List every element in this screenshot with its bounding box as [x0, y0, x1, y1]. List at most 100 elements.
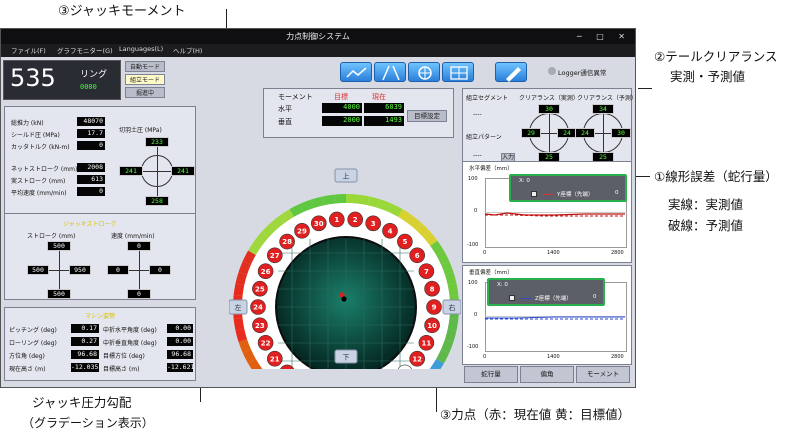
popup-series-swatch	[543, 194, 553, 195]
attitude-label: ピッチング (deg)	[9, 327, 57, 334]
x-tick: 1400	[547, 250, 560, 256]
road-icon[interactable]	[374, 62, 406, 82]
chart-icon[interactable]	[340, 62, 372, 82]
window-controls[interactable]: ─ □ ✕	[577, 29, 631, 44]
attitude-value: -12.621	[167, 363, 195, 372]
jack-label: 7	[424, 268, 429, 276]
stroke-top: 500	[47, 241, 71, 251]
stroke-label: ストローク (mm)	[27, 233, 76, 240]
annotation-dashed-line: 破線：予測値	[668, 218, 744, 233]
moment-current-value: 6039	[364, 103, 404, 113]
attitude-value: 96.68	[71, 350, 99, 359]
annotation-tail-clearance-sub: 実測・予測値	[670, 69, 746, 84]
machine-value: 0	[77, 141, 105, 150]
jack-label: 29	[297, 227, 307, 235]
attitude-label: ローリング (deg)	[9, 340, 57, 347]
jack-label: 26	[261, 268, 271, 276]
annotation-line-error: ①線形誤差（蛇行量）	[654, 169, 778, 184]
machine-panel: 総推力 (kN) 48070 シールド圧 (MPa) 17.7 カッタトルク (…	[4, 106, 196, 229]
machine-value: 17.7	[77, 129, 105, 138]
popup-series: Y座標（先端）	[557, 192, 594, 198]
jack-label: 4	[388, 227, 393, 235]
attitude-label: 方位角 (deg)	[9, 353, 45, 360]
pen-icon[interactable]	[495, 62, 527, 82]
ring-label: リング	[80, 70, 108, 80]
menu-graph-monitor[interactable]: グラフモニター(G)	[57, 45, 113, 55]
annotation-jack-gradient: ジャッキ圧力勾配	[32, 395, 132, 410]
jack-label: 1	[334, 216, 339, 224]
menu-languages[interactable]: Languages(L)	[119, 45, 163, 53]
popup-x: X: 0	[519, 178, 530, 184]
segment-label: 組立セグメント	[466, 95, 509, 102]
jack-label: 30	[314, 220, 324, 228]
y-tick: 0	[474, 208, 478, 214]
leader-line	[638, 88, 652, 89]
moment-col-target: 目標	[334, 93, 348, 101]
chart-popup[interactable]: X: 0 Y座標（先端） 0	[509, 174, 627, 202]
attitude-value: -12.035	[71, 363, 99, 372]
vertical-deviation-chart: 垂直偏差（mm） 100 0 -100 0 1400 2800 X: 0 Z座標…	[462, 265, 632, 365]
popup-checkbox[interactable]	[531, 191, 537, 197]
pattern-value: ----	[473, 152, 482, 159]
machine-value: 48070	[77, 117, 105, 126]
grid-icon[interactable]	[442, 62, 474, 82]
machine-value: 613	[77, 175, 105, 184]
jack-label: 27	[270, 252, 280, 260]
x-tick: 0	[483, 354, 487, 360]
moment-row-label: 垂直	[278, 118, 292, 126]
popup-checkbox[interactable]	[509, 295, 515, 301]
machine-label: カッタトルク (kN-m)	[11, 144, 70, 151]
leader-line	[636, 176, 650, 177]
jack-label: 25	[255, 285, 265, 293]
stroke-left: 500	[27, 265, 49, 275]
deflection-button[interactable]: 偏角	[520, 366, 574, 383]
jack-label: 2	[353, 216, 358, 224]
segment-value: ----	[473, 111, 482, 118]
attitude-value: 0.00	[167, 324, 193, 333]
moment-row-label: 水平	[278, 105, 292, 113]
ring-panel: 535 リング 0000	[3, 60, 121, 100]
annotation-jack-moment: ③ジャッキモーメント	[58, 4, 186, 19]
stroke-right: 950	[69, 265, 91, 275]
auto-mode-button[interactable]: 自動モード	[125, 61, 165, 72]
moment-button[interactable]: モーメント	[576, 366, 630, 383]
jack-stroke-panel: ジャッキストローク ストローク (mm) 速度 (mm/min) 500 500…	[4, 213, 196, 300]
assembly-mode-button[interactable]: 組立モード	[125, 74, 165, 85]
moment-panel: モーメント 目標 現在 水平 4000 6039 垂直 2000 1493 目標…	[263, 88, 454, 138]
x-tick: 2800	[611, 354, 624, 360]
clearance-actual-left: 29	[521, 128, 541, 138]
moment-target-value: 2000	[322, 116, 362, 126]
clearance-actual-top: 30	[538, 104, 560, 114]
annotation-jack-gradient-sub: （グラデーション表示）	[22, 416, 154, 430]
menu-bar: ファイル(F) グラフモニター(G) Languages(L) ヘルプ(H)	[1, 44, 635, 57]
ring-status: 0000	[80, 83, 97, 91]
pressure-gradient-segment	[334, 194, 346, 204]
pressure-gradient-segment	[356, 194, 370, 206]
attitude-label: 現在高さ (m)	[9, 366, 46, 373]
pressure-gradient-segment	[233, 283, 245, 297]
target-set-button[interactable]: 目標設定	[407, 110, 447, 122]
jack-label: 12	[412, 355, 422, 363]
excavating-button[interactable]: 掘進中	[125, 87, 165, 98]
chart-popup[interactable]: X: 0 Z座標（先端） 0	[487, 278, 605, 306]
menu-file[interactable]: ファイル(F)	[11, 45, 46, 55]
popup-x: X: 0	[497, 282, 508, 288]
menu-help[interactable]: ヘルプ(H)	[173, 45, 202, 55]
attitude-label: 中折垂直角度 (deg)	[103, 340, 157, 347]
compass-icon[interactable]	[408, 62, 440, 82]
jack-label: 10	[427, 322, 437, 330]
attitude-value: 0.00	[167, 337, 193, 346]
y-tick: 100	[468, 176, 478, 182]
clearance-actual-title: クリアランス（実測）	[519, 95, 579, 102]
logger-status: Logger通信異常	[558, 69, 607, 77]
popup-value: 0	[593, 294, 597, 300]
chart-title: 水平偏差（mm）	[469, 166, 513, 172]
direction-up-button-label: 上	[343, 172, 350, 181]
force-point-target	[341, 296, 347, 302]
attitude-value: 0.27	[71, 337, 99, 346]
jack-label: 22	[261, 339, 271, 347]
jack-stroke-title: ジャッキストローク	[63, 221, 117, 228]
cutter-pressure-label: 切羽土圧 (MPa)	[119, 127, 162, 134]
meander-button[interactable]: 蛇行量	[464, 366, 518, 383]
speed-bottom: 0	[127, 289, 151, 299]
